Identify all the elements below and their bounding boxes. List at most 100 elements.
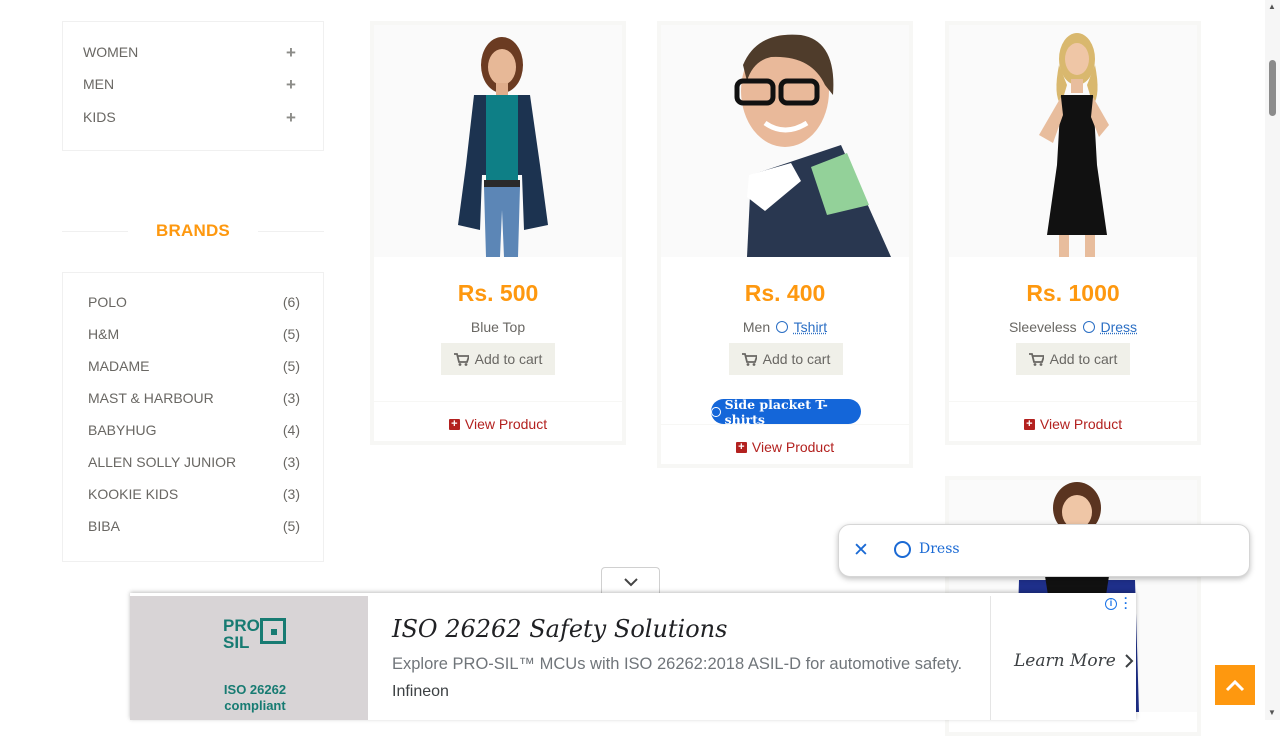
- brand-item[interactable]: MAST & HARBOUR (3): [88, 388, 300, 408]
- brand-name[interactable]: POLO: [88, 294, 127, 310]
- product-image[interactable]: [374, 25, 622, 257]
- brand-item[interactable]: KOOKIE KIDS (3): [88, 484, 300, 504]
- category-item-men[interactable]: MEN +: [83, 73, 298, 95]
- product-photo: [458, 37, 548, 257]
- plus-square-icon: +: [735, 441, 747, 453]
- brand-count: (3): [282, 454, 300, 470]
- brand-name[interactable]: MADAME: [88, 358, 149, 374]
- scroll-up-icon[interactable]: ▲: [1268, 2, 1276, 11]
- brand-item[interactable]: ALLEN SOLLY JUNIOR (3): [88, 452, 300, 472]
- tag-icon: [1082, 321, 1095, 334]
- ad-headline[interactable]: ISO 26262 Safety Solutions: [392, 615, 727, 643]
- brand-count: (4): [282, 422, 300, 438]
- category-label: KIDS: [83, 109, 116, 125]
- add-to-cart-label: Add to cart: [762, 351, 831, 367]
- category-panel: WOMEN + MEN + KIDS +: [62, 21, 324, 151]
- more-icon[interactable]: · · ·: [1124, 593, 1128, 614]
- add-to-cart-button[interactable]: Add to cart: [729, 343, 843, 375]
- product-card: Rs. 1000 Sleeveless Dress Add to cart + …: [945, 21, 1201, 445]
- plus-icon[interactable]: +: [284, 44, 298, 61]
- cart-icon: [453, 352, 469, 366]
- product-photo: [1039, 33, 1109, 257]
- brand-item[interactable]: MADAME (5): [88, 356, 300, 376]
- product-image[interactable]: [661, 25, 909, 257]
- chevron-right-icon: [1125, 654, 1134, 668]
- scroll-to-top-button[interactable]: [1215, 665, 1255, 705]
- ad-logo-text: SIL: [223, 633, 250, 652]
- related-search-chip[interactable]: Side placket T-shirts: [711, 396, 861, 427]
- ad-cta-panel[interactable]: Learn More: [990, 596, 1136, 720]
- view-product-label: View Product: [1039, 416, 1123, 432]
- plus-icon[interactable]: +: [284, 109, 298, 126]
- ad-logo-panel: PRO SIL ISO 26262 compliant: [130, 596, 368, 720]
- category-item-kids[interactable]: KIDS +: [83, 106, 298, 128]
- plus-icon[interactable]: +: [284, 76, 298, 93]
- chip-label: Side placket T-shirts: [724, 396, 828, 427]
- scrollbar-thumb[interactable]: [1269, 60, 1276, 116]
- brand-item[interactable]: POLO (6): [88, 292, 300, 312]
- scroll-down-icon[interactable]: ▼: [1268, 708, 1276, 717]
- view-product-label: View Product: [464, 416, 548, 432]
- brands-title: BRANDS: [156, 221, 230, 240]
- ad-logo-text: PRO: [223, 616, 260, 635]
- category-label: WOMEN: [83, 44, 139, 60]
- brand-count: (3): [282, 486, 300, 502]
- brand-name[interactable]: MAST & HARBOUR: [88, 390, 214, 406]
- brand-name[interactable]: BIBA: [88, 518, 120, 534]
- category-item-women[interactable]: WOMEN +: [83, 41, 298, 63]
- add-to-cart-label: Add to cart: [474, 351, 543, 367]
- chevron-down-icon: [624, 578, 638, 587]
- product-photo: [734, 34, 891, 257]
- brand-name[interactable]: H&M: [88, 326, 119, 342]
- brands-panel: POLO (6) H&M (5) MADAME (5) MAST & HARBOUR (…: [62, 272, 324, 562]
- brand-name[interactable]: ALLEN SOLLY JUNIOR: [88, 454, 236, 470]
- brand-item[interactable]: BABYHUG (4): [88, 420, 300, 440]
- brand-name[interactable]: KOOKIE KIDS: [88, 486, 178, 502]
- ad-description: Explore PRO-SIL™ MCUs with ISO 26262:201…: [392, 655, 963, 673]
- bolt-icon: [711, 406, 721, 417]
- view-product-link[interactable]: + View Product: [949, 416, 1197, 432]
- product-image[interactable]: [949, 25, 1197, 257]
- popup-link[interactable]: Dress: [919, 541, 960, 557]
- brand-item[interactable]: H&M (5): [88, 324, 300, 344]
- cart-icon: [1028, 352, 1044, 366]
- info-icon[interactable]: i: [1105, 598, 1117, 610]
- tag-icon: [776, 321, 789, 334]
- brand-count: (5): [282, 518, 300, 534]
- brand-name[interactable]: BABYHUG: [88, 422, 156, 438]
- related-search-popup: ✕ Dress: [838, 524, 1250, 577]
- bolt-icon: [894, 541, 911, 558]
- brand-count: (5): [282, 358, 300, 374]
- view-product-link[interactable]: + View Product: [374, 416, 622, 432]
- product-price: Rs. 400: [744, 280, 826, 306]
- product-price: Rs. 1000: [1026, 280, 1120, 306]
- close-icon[interactable]: ✕: [853, 541, 869, 560]
- plus-square-icon: +: [1023, 418, 1035, 430]
- ad-sponsor: Infineon: [392, 683, 449, 700]
- add-to-cart-label: Add to cart: [1049, 351, 1118, 367]
- add-to-cart-button[interactable]: Add to cart: [1016, 343, 1130, 375]
- learn-more-button[interactable]: Learn More: [1014, 651, 1134, 671]
- divider: [949, 401, 1197, 402]
- add-to-cart-button[interactable]: Add to cart: [441, 343, 555, 375]
- product-tag-link[interactable]: Tshirt: [794, 319, 827, 335]
- view-product-link[interactable]: + View Product: [661, 439, 909, 455]
- logo-mark-icon: [260, 618, 286, 644]
- brand-count: (3): [282, 390, 300, 406]
- product-price: Rs. 500: [457, 280, 539, 306]
- plus-square-icon: +: [448, 418, 460, 430]
- chevron-up-icon: [1225, 679, 1245, 692]
- ad-banner[interactable]: PRO SIL ISO 26262 compliant ISO 26262 Sa…: [130, 593, 1136, 720]
- category-label: MEN: [83, 76, 115, 92]
- product-name-prefix: Men: [742, 319, 771, 335]
- product-name: Men Tshirt: [661, 319, 909, 335]
- brand-item[interactable]: BIBA (5): [88, 516, 300, 536]
- divider: [374, 401, 622, 402]
- ad-logo-caption: compliant: [224, 698, 286, 713]
- product-name-prefix: Sleeveless: [1008, 319, 1077, 335]
- brand-count: (6): [282, 294, 300, 310]
- product-tag-link[interactable]: Dress: [1100, 319, 1137, 335]
- cart-icon: [741, 352, 757, 366]
- ad-collapse-button[interactable]: [601, 567, 660, 594]
- scrollbar[interactable]: ▲ ▼: [1265, 0, 1280, 720]
